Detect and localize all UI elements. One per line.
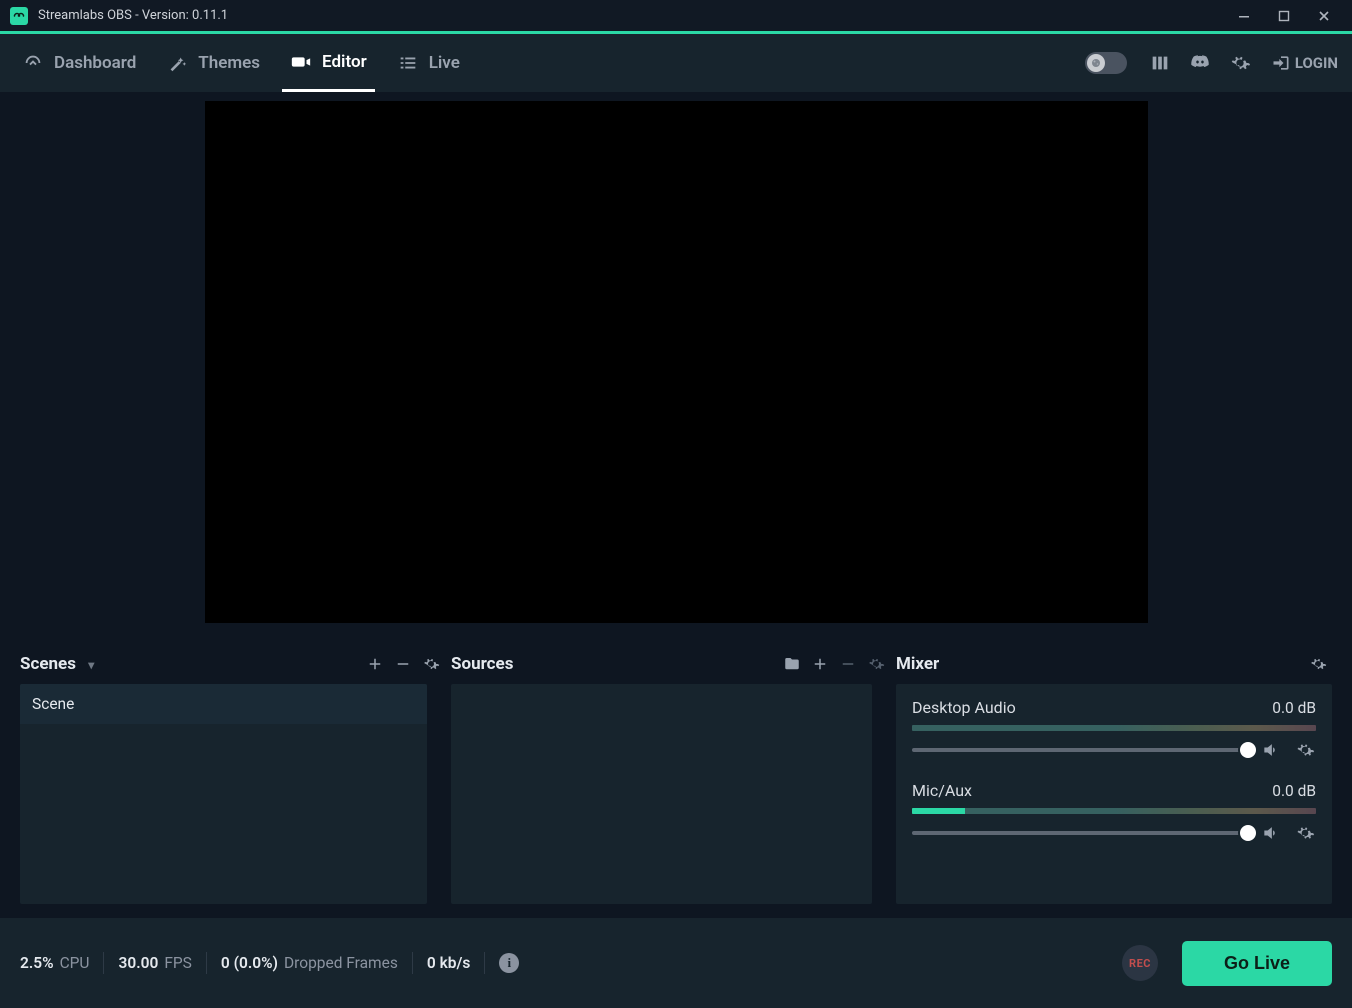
cpu-stat: 2.5% CPU	[20, 954, 89, 972]
login-label: LOGIN	[1295, 54, 1338, 72]
window-minimize-button[interactable]	[1224, 1, 1264, 31]
bitrate-stat: 0 kb/s	[427, 954, 470, 972]
sources-panel: Sources	[445, 632, 890, 918]
remove-source-button	[834, 650, 862, 678]
record-button[interactable]: REC	[1122, 945, 1158, 981]
top-nav: Dashboard Themes Editor Live LOGIN	[0, 34, 1352, 92]
login-button[interactable]: LOGIN	[1271, 53, 1338, 73]
go-live-label: Go Live	[1224, 953, 1290, 973]
tab-dashboard[interactable]: Dashboard	[14, 34, 144, 92]
fps-stat: 30.00 FPS	[118, 954, 191, 972]
volume-meter	[912, 808, 1316, 814]
tab-label: Dashboard	[54, 53, 136, 73]
cpu-label: CPU	[60, 954, 90, 972]
mixer-channel-db: 0.0 dB	[1272, 699, 1316, 717]
fps-value: 30.00	[118, 954, 158, 972]
channel-settings-icon[interactable]	[1294, 739, 1316, 761]
discord-icon[interactable]	[1185, 48, 1215, 78]
dropped-frames-stat: 0 (0.0%) Dropped Frames	[221, 954, 398, 972]
fps-label: FPS	[164, 954, 192, 972]
mixer-channel-name: Mic/Aux	[912, 781, 972, 800]
scene-item[interactable]: Scene	[20, 684, 427, 724]
record-label: REC	[1129, 957, 1151, 970]
volume-slider[interactable]	[912, 831, 1248, 835]
status-bar: 2.5% CPU 30.00 FPS 0 (0.0%) Dropped Fram…	[0, 918, 1352, 1008]
scene-settings-button[interactable]	[417, 650, 445, 678]
login-icon	[1271, 53, 1291, 73]
tab-label: Editor	[322, 52, 367, 72]
night-mode-toggle[interactable]	[1085, 52, 1127, 74]
window-maximize-button[interactable]	[1264, 1, 1304, 31]
add-source-folder-button[interactable]	[778, 650, 806, 678]
mixer-channel: Mic/Aux 0.0 dB	[912, 781, 1316, 844]
mixer-title: Mixer	[896, 654, 939, 674]
mixer-panel: Mixer Desktop Audio 0.0 dB	[890, 632, 1352, 918]
divider	[484, 952, 485, 974]
mixer-channel-db: 0.0 dB	[1272, 782, 1316, 800]
layout-columns-icon[interactable]	[1145, 48, 1175, 78]
volume-slider[interactable]	[912, 748, 1248, 752]
video-camera-icon	[290, 51, 312, 73]
divider	[103, 952, 104, 974]
window-title: Streamlabs OBS - Version: 0.11.1	[38, 8, 228, 23]
dropped-label: Dropped Frames	[284, 954, 398, 972]
magic-wand-icon	[166, 52, 188, 74]
source-settings-button	[862, 650, 890, 678]
cpu-value: 2.5%	[20, 954, 54, 972]
mixer-channel-name: Desktop Audio	[912, 698, 1016, 717]
tab-live[interactable]: Live	[389, 34, 468, 92]
sources-list[interactable]	[451, 684, 872, 904]
video-preview[interactable]	[205, 101, 1148, 623]
tab-label: Themes	[198, 53, 260, 73]
divider	[206, 952, 207, 974]
divider	[412, 952, 413, 974]
info-icon[interactable]: i	[499, 953, 519, 973]
add-scene-button[interactable]	[361, 650, 389, 678]
bitrate-value: 0 kb/s	[427, 954, 470, 972]
sources-title: Sources	[451, 654, 513, 674]
mixer-channel: Desktop Audio 0.0 dB	[912, 698, 1316, 761]
channel-settings-icon[interactable]	[1294, 822, 1316, 844]
panel-title-label: Scenes	[20, 654, 76, 674]
chevron-down-icon: ▾	[88, 658, 94, 672]
list-icon	[397, 52, 419, 74]
scenes-title[interactable]: Scenes ▾	[20, 654, 94, 674]
mixer-settings-button[interactable]	[1304, 650, 1332, 678]
settings-icon[interactable]	[1225, 48, 1255, 78]
scene-item-label: Scene	[32, 695, 74, 713]
gauge-icon	[22, 52, 44, 74]
titlebar: Streamlabs OBS - Version: 0.11.1	[0, 0, 1352, 34]
window-close-button[interactable]	[1304, 1, 1344, 31]
go-live-button[interactable]: Go Live	[1182, 941, 1332, 986]
tab-themes[interactable]: Themes	[158, 34, 268, 92]
panels-row: Scenes ▾ Scene Sources	[0, 632, 1352, 918]
tab-editor[interactable]: Editor	[282, 34, 375, 92]
tab-label: Live	[429, 53, 460, 73]
remove-scene-button[interactable]	[389, 650, 417, 678]
scenes-panel: Scenes ▾ Scene	[0, 632, 445, 918]
app-logo	[10, 7, 28, 25]
add-source-button[interactable]	[806, 650, 834, 678]
speaker-icon[interactable]	[1260, 822, 1282, 844]
moon-icon	[1087, 54, 1105, 72]
dropped-value: 0 (0.0%)	[221, 954, 278, 972]
preview-area	[0, 92, 1352, 632]
speaker-icon[interactable]	[1260, 739, 1282, 761]
volume-meter	[912, 725, 1316, 731]
